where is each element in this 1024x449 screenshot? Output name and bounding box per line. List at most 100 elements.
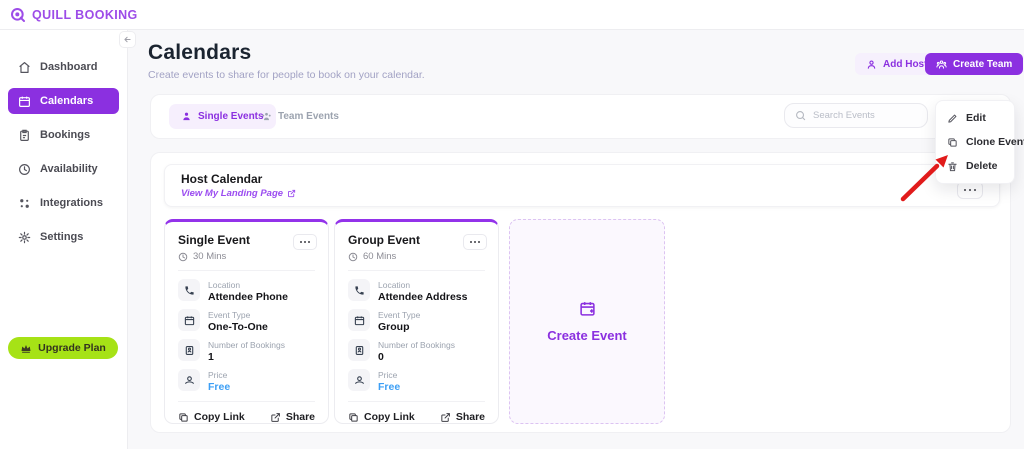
create-team-button[interactable]: Create Team	[925, 53, 1023, 75]
grid-dots-icon	[18, 197, 31, 210]
top-bar: QUILL BOOKING	[0, 0, 1024, 30]
event-cards-row: Single Event 30 Mins Location Attendee	[164, 219, 665, 424]
sidebar-collapse-button[interactable]	[119, 31, 136, 48]
wallet-icon	[348, 369, 370, 391]
share-icon	[440, 412, 451, 423]
sidebar-item-settings[interactable]: Settings	[0, 220, 127, 254]
phone-icon	[348, 279, 370, 301]
upgrade-plan-label: Upgrade Plan	[38, 342, 106, 354]
search-events-input[interactable]	[813, 110, 917, 121]
share-icon	[270, 412, 281, 423]
event-card-group-event: Group Event 60 Mins Location Attendee A	[334, 219, 499, 424]
clock-icon	[178, 252, 188, 262]
copy-link-button[interactable]: Copy Link	[178, 411, 245, 423]
event-duration: 30 Mins	[178, 251, 315, 262]
page-subtitle: Create events to share for people to boo…	[148, 69, 425, 81]
team-icon	[936, 59, 947, 70]
event-duration-label: 60 Mins	[363, 251, 396, 262]
search-events-box	[784, 103, 928, 128]
sidebar-item-calendars[interactable]: Calendars	[8, 88, 119, 114]
view-landing-page-label: View My Landing Page	[181, 188, 283, 199]
upgrade-plan-button[interactable]: Upgrade Plan	[8, 337, 118, 359]
calendar-icon	[348, 309, 370, 331]
menu-item-label: Clone Event	[966, 136, 1024, 148]
team-icon	[261, 111, 272, 122]
detail-value: Group	[378, 321, 420, 333]
copy-link-button[interactable]: Copy Link	[348, 411, 415, 423]
share-button[interactable]: Share	[440, 411, 485, 423]
menu-item-label: Edit	[966, 112, 986, 124]
sidebar-item-dashboard[interactable]: Dashboard	[0, 50, 127, 84]
sidebar: Dashboard Calendars Bookings Availabilit…	[0, 30, 128, 449]
person-icon	[866, 59, 877, 70]
pencil-icon	[947, 113, 958, 124]
host-calendar-title: Host Calendar	[181, 172, 983, 186]
badge-icon	[178, 339, 200, 361]
clock-icon	[348, 252, 358, 262]
phone-icon	[178, 279, 200, 301]
copy-link-label: Copy Link	[194, 411, 245, 423]
create-event-label: Create Event	[547, 328, 626, 343]
event-context-menu: Edit Clone Event Delete	[935, 100, 1015, 184]
copy-icon	[178, 412, 189, 423]
detail-row-bookings: Number of Bookings 0	[348, 339, 485, 363]
share-button[interactable]: Share	[270, 411, 315, 423]
menu-item-label: Delete	[966, 160, 998, 172]
external-link-icon	[287, 189, 296, 198]
create-team-label: Create Team	[953, 59, 1012, 70]
quill-booking-logo-icon	[10, 7, 26, 23]
tab-team-events[interactable]: Team Events	[249, 104, 351, 129]
share-label: Share	[456, 411, 485, 423]
detail-value-price: Free	[378, 381, 400, 393]
detail-label: Location	[378, 280, 467, 290]
detail-row-bookings: Number of Bookings 1	[178, 339, 315, 363]
detail-value: 0	[378, 351, 455, 363]
tab-team-events-label: Team Events	[278, 111, 339, 122]
sidebar-item-label: Settings	[40, 231, 83, 243]
home-icon	[18, 61, 31, 74]
detail-row-event-type: Event Type One-To-One	[178, 309, 315, 333]
detail-label: Price	[208, 370, 230, 380]
detail-value: 1	[208, 351, 285, 363]
arrow-left-icon	[123, 35, 132, 44]
detail-label: Location	[208, 280, 288, 290]
calendar-icon	[18, 95, 31, 108]
sidebar-item-label: Bookings	[40, 129, 90, 141]
wallet-icon	[178, 369, 200, 391]
detail-row-price: Price Free	[178, 369, 315, 393]
sidebar-item-bookings[interactable]: Bookings	[0, 118, 127, 152]
clock-icon	[18, 163, 31, 176]
person-icon	[181, 111, 192, 122]
trash-icon	[947, 161, 958, 172]
detail-row-location: Location Attendee Address	[348, 279, 485, 303]
gear-icon	[18, 231, 31, 244]
sidebar-item-availability[interactable]: Availability	[0, 152, 127, 186]
menu-item-delete[interactable]: Delete	[936, 154, 1014, 178]
detail-value: One-To-One	[208, 321, 268, 333]
brand[interactable]: QUILL BOOKING	[10, 7, 138, 23]
detail-label: Number of Bookings	[378, 340, 455, 350]
menu-item-edit[interactable]: Edit	[936, 106, 1014, 130]
event-duration-label: 30 Mins	[193, 251, 226, 262]
menu-item-clone-event[interactable]: Clone Event	[936, 130, 1014, 154]
badge-icon	[348, 339, 370, 361]
detail-label: Price	[378, 370, 400, 380]
detail-label: Number of Bookings	[208, 340, 285, 350]
host-calendar-header: Host Calendar View My Landing Page	[164, 164, 1000, 207]
sidebar-item-label: Integrations	[40, 197, 103, 209]
detail-value-price: Free	[208, 381, 230, 393]
detail-row-location: Location Attendee Phone	[178, 279, 315, 303]
add-host-label: Add Host	[883, 59, 927, 70]
events-panel: Host Calendar View My Landing Page Singl…	[150, 152, 1011, 433]
detail-row-event-type: Event Type Group	[348, 309, 485, 333]
create-event-card[interactable]: Create Event	[509, 219, 665, 424]
event-duration: 60 Mins	[348, 251, 485, 262]
sidebar-item-integrations[interactable]: Integrations	[0, 186, 127, 220]
clipboard-icon	[18, 129, 31, 142]
view-landing-page-link[interactable]: View My Landing Page	[181, 188, 983, 199]
event-card-options-button[interactable]	[463, 234, 487, 250]
detail-value: Attendee Phone	[208, 291, 288, 303]
search-icon	[795, 110, 806, 121]
event-card-options-button[interactable]	[293, 234, 317, 250]
main-content: Calendars Create events to share for peo…	[128, 30, 1024, 449]
